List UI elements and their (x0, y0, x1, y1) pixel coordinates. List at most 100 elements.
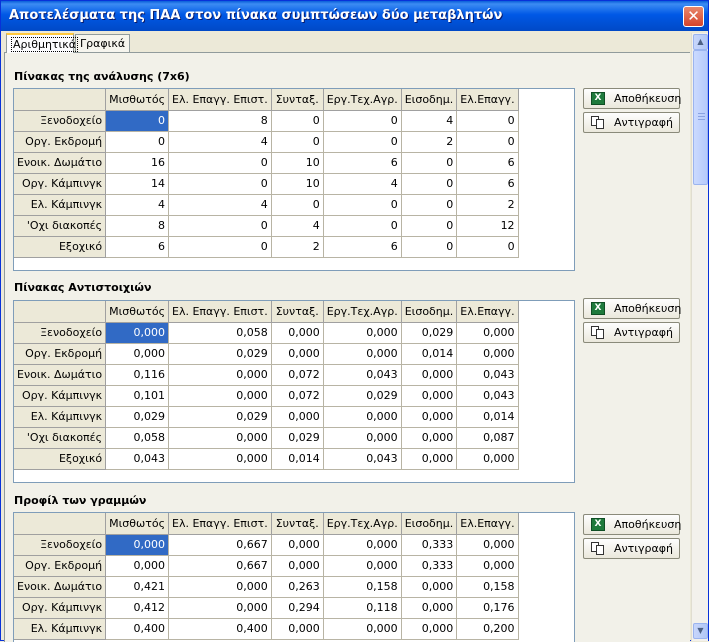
table-cell[interactable]: 0,000 (105, 322, 170, 344)
table-cell[interactable]: 0 (168, 173, 272, 195)
vertical-scrollbar[interactable]: ▲ ▼ (691, 33, 708, 641)
table-cell[interactable]: 0,000 (271, 322, 324, 344)
table-cell[interactable]: 0 (323, 110, 402, 132)
table-cell[interactable]: 0,333 (401, 555, 458, 577)
table-cell[interactable]: 0 (168, 215, 272, 237)
table-cell[interactable]: 0,000 (271, 534, 324, 556)
table-cell[interactable]: 0,101 (105, 385, 170, 407)
table-cell[interactable]: 0,000 (456, 555, 519, 577)
table-cell[interactable]: 0,029 (105, 406, 170, 428)
table-cell[interactable]: 0,000 (271, 343, 324, 365)
table-cell[interactable]: 4 (271, 215, 324, 237)
table-cell[interactable]: 0,072 (271, 385, 324, 407)
table-cell[interactable]: 0 (323, 194, 402, 216)
table-cell[interactable]: 4 (323, 173, 402, 195)
table-cell[interactable]: 0,000 (168, 385, 272, 407)
table-cell[interactable]: 0 (456, 110, 519, 132)
table-cell[interactable]: 0,000 (401, 618, 458, 640)
table-cell[interactable]: 0,200 (456, 618, 519, 640)
table-cell[interactable]: 0 (401, 152, 458, 174)
table-cell[interactable]: 0,000 (271, 618, 324, 640)
table-cell[interactable]: 4 (168, 131, 272, 153)
table-cell[interactable]: 0,000 (456, 322, 519, 344)
table-cell[interactable]: 0 (105, 131, 170, 153)
tab-numeric[interactable]: Αριθμητικά (6, 33, 79, 53)
table-cell[interactable]: 0,029 (271, 427, 324, 449)
table-cell[interactable]: 0 (271, 131, 324, 153)
correspondence-table[interactable]: Μισθωτός Ελ. Επαγγ. Επιστ. Συνταξ. Εργ.Τεχ.… (13, 300, 575, 483)
title-bar[interactable]: Αποτελέσματα της ΠΑΑ στον πίνακα συμπτώσ… (1, 1, 708, 31)
table-cell[interactable]: 0,000 (168, 576, 272, 598)
table-cell[interactable]: 0,000 (168, 427, 272, 449)
table-cell[interactable]: 12 (456, 215, 519, 237)
table-cell[interactable]: 0,000 (401, 448, 458, 470)
table-cell[interactable]: 6 (323, 236, 402, 258)
table-cell[interactable]: 2 (456, 194, 519, 216)
table-cell[interactable]: 0,000 (323, 406, 402, 428)
table-cell[interactable]: 0,158 (323, 576, 402, 598)
table-cell[interactable]: 0 (168, 152, 272, 174)
table-cell[interactable]: 14 (105, 173, 170, 195)
table-cell[interactable]: 0,000 (323, 343, 402, 365)
table-cell[interactable]: 0,000 (323, 322, 402, 344)
table-cell[interactable]: 0,333 (401, 534, 458, 556)
table-cell[interactable]: 0,000 (401, 385, 458, 407)
table-cell[interactable]: 0,058 (105, 427, 170, 449)
analysis-table[interactable]: Μισθωτός Ελ. Επαγγ. Επιστ. Συνταξ. Εργ.Τεχ.… (13, 88, 575, 271)
table-cell[interactable]: 0,263 (271, 576, 324, 598)
table-cell[interactable]: 0 (323, 215, 402, 237)
copy-button[interactable]: Αντιγραφή (583, 112, 680, 133)
table-cell[interactable]: 4 (168, 194, 272, 216)
table-cell[interactable]: 0,400 (105, 618, 170, 640)
table-cell[interactable]: 0,043 (323, 448, 402, 470)
table-cell[interactable]: 0,000 (456, 343, 519, 365)
table-cell[interactable]: 0,294 (271, 597, 324, 619)
table-cell[interactable]: 0 (323, 131, 402, 153)
table-cell[interactable]: 0,072 (271, 364, 324, 386)
table-cell[interactable]: 6 (323, 152, 402, 174)
table-cell[interactable]: 0,087 (456, 427, 519, 449)
table-cell[interactable]: 0,000 (105, 534, 170, 556)
table-cell[interactable]: 0,000 (323, 618, 402, 640)
table-cell[interactable]: 0,000 (323, 555, 402, 577)
table-cell[interactable]: 0,000 (456, 534, 519, 556)
table-cell[interactable]: 6 (456, 173, 519, 195)
table-cell[interactable]: 10 (271, 173, 324, 195)
table-cell[interactable]: 0,116 (105, 364, 170, 386)
table-cell[interactable]: 0,000 (168, 448, 272, 470)
table-cell[interactable]: 0,000 (401, 597, 458, 619)
scroll-up-button[interactable]: ▲ (693, 34, 708, 50)
table-cell[interactable]: 0 (271, 194, 324, 216)
close-button[interactable]: ✕ (683, 6, 704, 27)
table-cell[interactable]: 0,400 (168, 618, 272, 640)
table-cell[interactable]: 0,029 (168, 406, 272, 428)
save-button[interactable]: X Αποθήκευση (583, 88, 681, 109)
table-cell[interactable]: 0,000 (401, 576, 458, 598)
table-cell[interactable]: 0,043 (456, 364, 519, 386)
scroll-down-button[interactable]: ▼ (693, 623, 708, 639)
table-cell[interactable]: 0,421 (105, 576, 170, 598)
table-cell[interactable]: 0,667 (168, 555, 272, 577)
row-profiles-table[interactable]: Μισθωτός Ελ. Επαγγ. Επιστ. Συνταξ. Εργ.Τεχ.… (13, 512, 575, 642)
table-cell[interactable]: 0,000 (168, 597, 272, 619)
table-cell[interactable]: 0,000 (401, 427, 458, 449)
table-cell[interactable]: 0,412 (105, 597, 170, 619)
table-cell[interactable]: 0,000 (271, 555, 324, 577)
table-cell[interactable]: 0,000 (401, 406, 458, 428)
table-cell[interactable]: 0 (456, 131, 519, 153)
table-cell[interactable]: 0,043 (323, 364, 402, 386)
table-cell[interactable]: 4 (401, 110, 458, 132)
copy-button[interactable]: Αντιγραφή (583, 538, 680, 559)
save-button[interactable]: X Αποθήκευση (583, 514, 681, 535)
table-cell[interactable]: 0,000 (456, 448, 519, 470)
table-cell[interactable]: 0,029 (401, 322, 458, 344)
table-cell[interactable]: 0,176 (456, 597, 519, 619)
table-cell[interactable]: 0,043 (105, 448, 170, 470)
save-button[interactable]: X Αποθήκευση (583, 298, 681, 319)
table-cell[interactable]: 8 (168, 110, 272, 132)
table-cell[interactable]: 0 (401, 215, 458, 237)
table-cell[interactable]: 0,000 (323, 427, 402, 449)
table-cell[interactable]: 16 (105, 152, 170, 174)
table-cell[interactable]: 0 (401, 173, 458, 195)
table-cell[interactable]: 0,014 (456, 406, 519, 428)
